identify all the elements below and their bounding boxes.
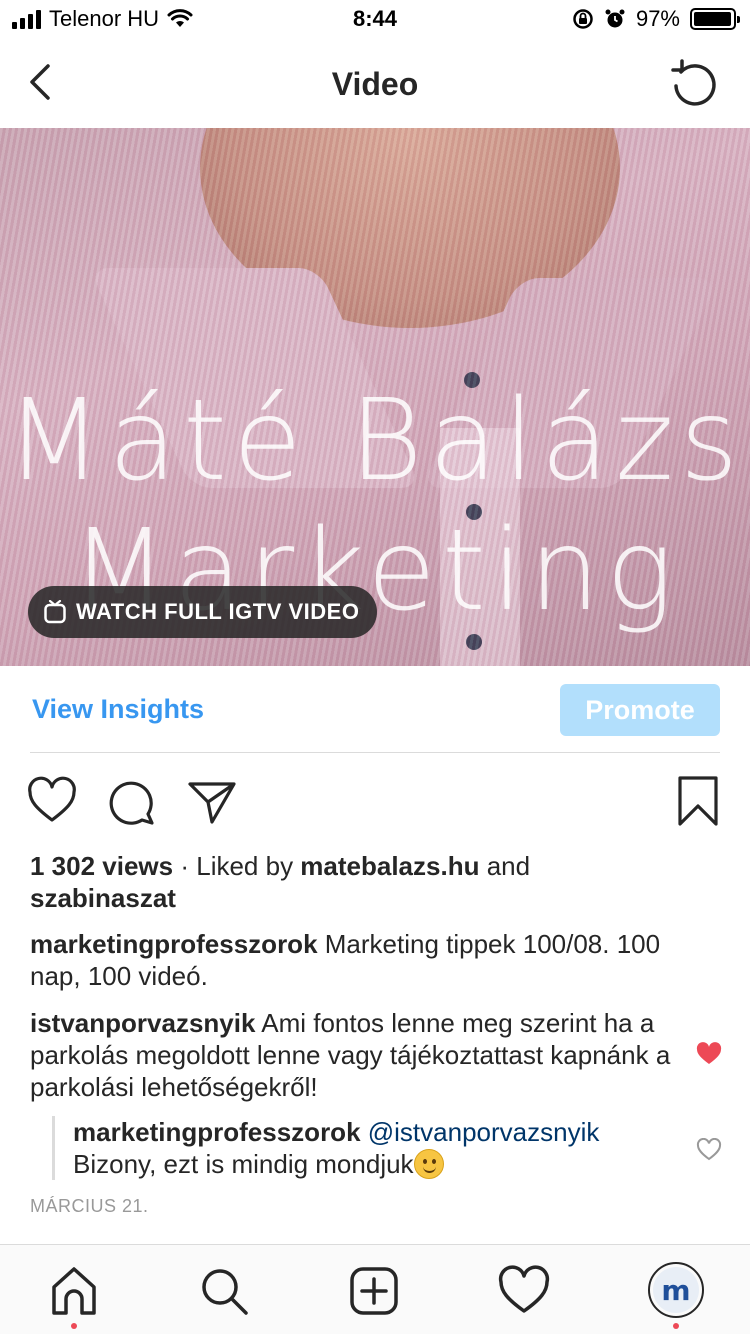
- liked-by-user[interactable]: szabinaszat: [30, 883, 176, 913]
- heart-icon[interactable]: [26, 776, 78, 828]
- comment-username[interactable]: istvanporvazsnyik: [30, 1008, 255, 1038]
- liked-by-and: and: [479, 851, 531, 881]
- home-icon[interactable]: [46, 1263, 102, 1319]
- reply-text: Bizony, ezt is mindig mondjuk: [73, 1149, 414, 1179]
- view-count[interactable]: 1 302 views: [30, 851, 173, 881]
- comment-icon[interactable]: [106, 776, 158, 828]
- battery-icon: [690, 8, 740, 30]
- smile-emoji-icon: [413, 1149, 444, 1179]
- status-right: 97%: [572, 6, 740, 32]
- igtv-icon: [44, 600, 66, 624]
- liked-heart-icon[interactable]: [696, 1042, 722, 1066]
- search-icon[interactable]: [196, 1263, 252, 1319]
- nav-bar: Video: [0, 40, 750, 128]
- igtv-label: WATCH FULL IGTV VIDEO: [76, 599, 360, 624]
- watch-igtv-button[interactable]: WATCH FULL IGTV VIDEO: [28, 586, 378, 638]
- share-icon[interactable]: [186, 776, 238, 828]
- battery-fill: [694, 12, 731, 26]
- home-notification-dot: [71, 1323, 77, 1329]
- battery-percent: 97%: [635, 6, 680, 31]
- chevron-left-icon[interactable]: [22, 60, 62, 104]
- video-player[interactable]: Máté Balázs Marketing WATCH FULL IGTV VI…: [0, 128, 750, 666]
- divider: [30, 752, 720, 753]
- tab-bar: m: [0, 1244, 750, 1334]
- post-caption: marketingprofesszorok Marketing tippek 1…: [30, 928, 690, 992]
- insights-row: View Insights Promote: [0, 666, 750, 754]
- liked-by-prefix: · Liked by: [173, 851, 301, 881]
- bookmark-icon[interactable]: [672, 776, 724, 828]
- heart-outline-icon[interactable]: [696, 1138, 722, 1162]
- new-post-icon[interactable]: [346, 1263, 402, 1319]
- reply-username[interactable]: marketingprofesszorok: [73, 1117, 361, 1147]
- status-bar: Telenor HU 8:44 97%: [0, 0, 750, 40]
- caption-username[interactable]: marketingprofesszorok: [30, 929, 318, 959]
- comment: istvanporvazsnyik Ami fontos lenne meg s…: [30, 1007, 680, 1103]
- promote-button[interactable]: Promote: [560, 684, 720, 736]
- comment-reply: marketingprofesszorok @istvanporvazsnyik…: [52, 1116, 672, 1180]
- refresh-icon[interactable]: [668, 58, 720, 110]
- reply-mention[interactable]: @istvanporvazsnyik: [368, 1117, 600, 1147]
- post-date: MÁRCIUS 21.: [30, 1196, 149, 1216]
- rotation-lock-icon: [573, 9, 593, 29]
- alarm-icon: [605, 9, 625, 28]
- view-insights-link[interactable]: View Insights: [32, 694, 204, 725]
- likes-summary: 1 302 views · Liked by matebalazs.hu and…: [30, 850, 690, 914]
- activity-icon[interactable]: [496, 1263, 552, 1319]
- avatar-image: m: [653, 1267, 699, 1313]
- post-actions: [0, 776, 750, 832]
- video-overlay-line1: Máté Balázs: [5, 376, 745, 506]
- profile-notification-dot: [673, 1323, 679, 1329]
- liked-by-user[interactable]: matebalazs.hu: [300, 851, 479, 881]
- page-title: Video: [331, 65, 419, 102]
- profile-avatar[interactable]: m: [648, 1262, 704, 1318]
